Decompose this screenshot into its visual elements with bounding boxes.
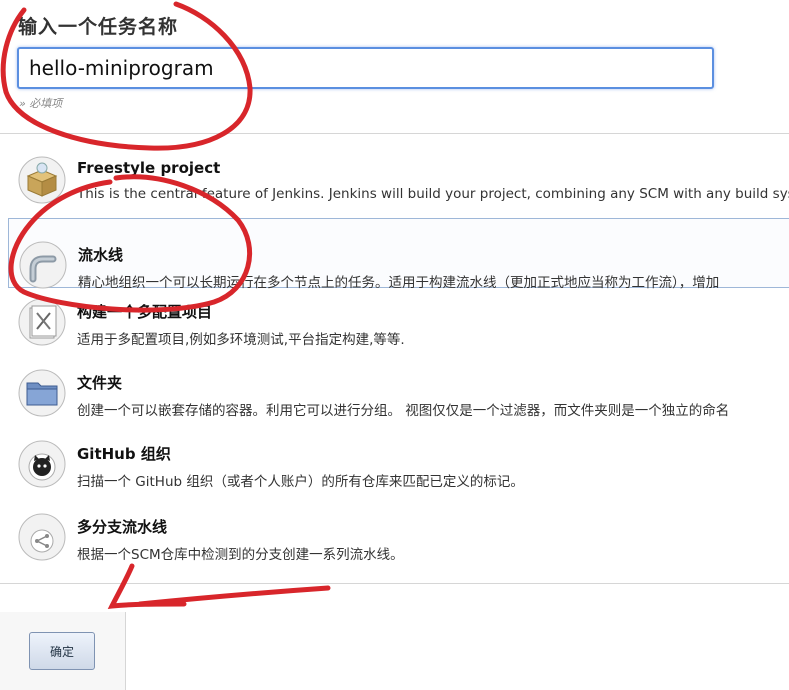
item-multi-config-project[interactable]: 构建一个多配置项目 适用于多配置项目,例如多环境测试,平台指定构建,等等. [0, 276, 789, 348]
item-title: Freestyle project [77, 159, 221, 177]
freestyle-box-icon [18, 156, 66, 204]
item-description: This is the central feature of Jenkins. … [77, 186, 789, 202]
item-title: 构建一个多配置项目 [77, 303, 213, 321]
item-name-input[interactable] [17, 47, 714, 89]
item-title: 多分支流水线 [77, 518, 168, 536]
item-description: 创建一个可以嵌套存储的容器。利用它可以进行分组。 视图仅仅是一个过滤器，而文件夹… [77, 403, 730, 419]
item-title: GitHub 组织 [77, 445, 171, 463]
folder-icon [18, 369, 66, 417]
github-octocat-icon [18, 440, 66, 488]
required-hint: » 必填项 [19, 97, 63, 110]
item-folder[interactable]: 文件夹 创建一个可以嵌套存储的容器。利用它可以进行分组。 视图仅仅是一个过滤器，… [0, 347, 789, 419]
multi-config-tools-icon [18, 298, 66, 346]
item-title: 文件夹 [77, 374, 123, 392]
item-description: 适用于多配置项目,例如多环境测试,平台指定构建,等等. [77, 332, 405, 348]
item-description: 根据一个SCM仓库中检测到的分支创建一系列流水线。 [77, 547, 404, 563]
page-title: 输入一个任务名称 [18, 16, 179, 38]
item-type-list: Freestyle project This is the central fe… [0, 133, 789, 584]
annotation-arrow-shaft [137, 585, 331, 607]
item-title: 流水线 [78, 246, 124, 264]
item-github-organization[interactable]: GitHub 组织 扫描一个 GitHub 组织（或者个人账户）的所有仓库来匹配… [0, 418, 789, 490]
item-multibranch-pipeline[interactable]: 多分支流水线 根据一个SCM仓库中检测到的分支创建一系列流水线。 [0, 491, 789, 563]
item-description: 扫描一个 GitHub 组织（或者个人账户）的所有仓库来匹配已定义的标记。 [77, 474, 524, 490]
item-freestyle-project[interactable]: Freestyle project This is the central fe… [0, 134, 789, 204]
ok-button[interactable]: 确定 [29, 632, 95, 670]
branch-icon [18, 513, 66, 561]
